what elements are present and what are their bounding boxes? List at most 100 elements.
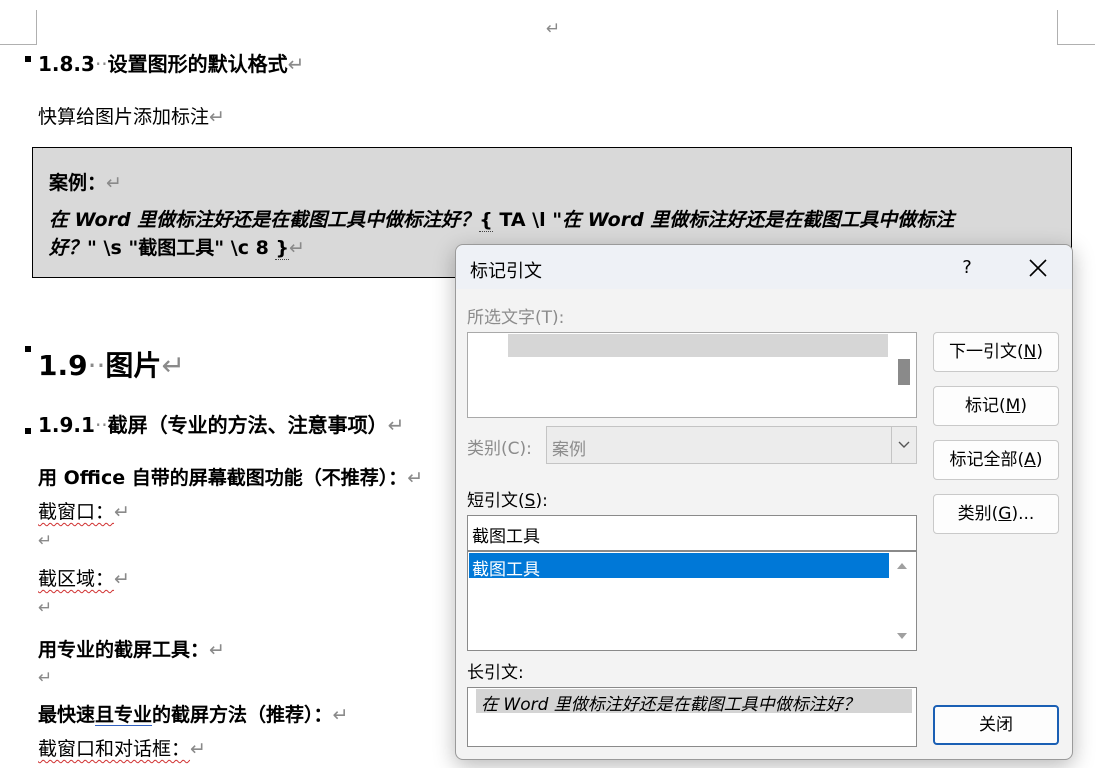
button-label: 关闭 [979,715,1013,735]
button-accesskey: A [1024,450,1036,470]
page-corner-guide-left-h [0,44,37,45]
paragraph-mark: ↵ [114,568,130,590]
paragraph-mark: ↵ [106,172,122,194]
window-dialog-paragraph[interactable]: 截窗口和对话框：↵ [38,734,206,761]
office-screenshot-paragraph[interactable]: 用 Office 自带的屏幕截图功能（不推荐）：↵ [38,463,423,490]
category-select[interactable]: 案例 [546,426,917,464]
short-citation-label-end: ): [535,491,548,511]
scroll-up-icon[interactable] [895,560,909,572]
window-capture-paragraph[interactable]: 截窗口：↵ [38,497,130,524]
pro-tool-paragraph[interactable]: 用专业的截屏工具：↵ [38,635,225,662]
paragraph-mark: ↵ [546,19,561,39]
select-divider [891,427,892,463]
button-label: 标记全部( [949,450,1025,470]
heading-title: 设置图形的默认格式 [107,52,288,76]
button-label: 下一引文( [949,342,1024,362]
short-citation-input[interactable]: 截图工具 [467,515,917,551]
next-citation-button[interactable]: 下一引文(N) [933,332,1059,372]
case-title-text: 案例： [49,172,107,194]
office-screenshot-text: 用 Office 自带的屏幕截图功能（不推荐）： [38,467,408,489]
short-citation-list[interactable]: 截图工具 [467,551,917,651]
list-item-label: 截图工具 [472,560,540,580]
mark-all-button[interactable]: 标记全部(A) [933,440,1059,480]
list-item-selected[interactable]: 截图工具 [469,553,889,580]
fastest-text: 最快速 [38,704,96,726]
dialog-title: 标记引文 [470,261,542,282]
paragraph-mark: ↵ [407,467,424,489]
short-citation-label-text: 短引文( [467,491,525,511]
heading-marker [25,56,31,62]
space-dots: ·· [87,349,106,382]
window-capture-text: 截窗口： [38,501,115,523]
heading-number: 1.9.1 [38,413,95,437]
short-citation-value: 截图工具 [472,527,540,547]
button-label-end: ) [1036,342,1043,362]
heading-1-9-1[interactable]: 1.9.1··截屏（专业的方法、注意事项）↵ [38,409,404,438]
quick-text: 快算给图片添加标注 [38,106,210,128]
quick-text-paragraph[interactable]: 快算给图片添加标注↵ [38,102,225,129]
paragraph-mark: ↵ [190,738,206,760]
button-accesskey: N [1023,342,1037,362]
field-long-citation: 在 Word 里做标注好还是在截图工具中做标注 [562,209,955,231]
heading-1-9[interactable]: 1.9··图片↵ [38,344,185,384]
fastest-underlined-text: 且专业 [95,704,153,726]
close-button[interactable]: 关闭 [933,705,1059,745]
category-label: 类别(C): [467,439,532,459]
page-corner-guide-left [36,10,37,44]
heading-1-8-3[interactable]: 1.8.3··设置图形的默认格式↵ [38,48,304,77]
button-label-end: ) [1020,396,1027,416]
page-corner-guide-right-h [1057,44,1095,45]
selected-text-label: 所选文字(T): [467,308,565,328]
paragraph-mark: ↵ [287,52,305,76]
long-citation-box[interactable]: 在 Word 里做标注好还是在截图工具中做标注好？ [467,687,917,747]
heading-title: 图片 [105,349,162,382]
field-code-switches: " \s "截图工具" \c 8 [87,237,276,259]
button-accesskey: M [1005,396,1021,416]
paragraph-mark: ↵ [387,413,405,437]
paragraph-mark: ↵ [114,501,130,523]
paragraph-mark: ↵ [209,639,225,661]
empty-paragraph-mark: ↵ [38,598,53,618]
fastest-text-end: 的截屏方法（推荐）： [152,704,333,726]
pro-tool-text: 用专业的截屏工具： [38,639,210,661]
dialog-titlebar[interactable]: 标记引文 ? [456,245,1072,289]
button-accesskey: G [998,504,1012,524]
heading-title: 截屏（专业的方法、注意事项） [107,413,388,437]
paragraph-mark: ↵ [161,349,185,382]
space-dots: ·· [94,52,108,76]
area-capture-paragraph[interactable]: 截区域：↵ [38,564,130,591]
close-icon[interactable] [1022,253,1054,283]
page-corner-guide-right [1057,10,1058,44]
window-dialog-text: 截窗口和对话框： [38,738,191,760]
button-label-end: ) [1035,450,1043,470]
empty-paragraph-mark: ↵ [38,531,53,551]
heading-marker [25,346,31,352]
scroll-down-icon[interactable] [895,630,909,642]
mark-button[interactable]: 标记(M) [933,386,1059,426]
space-dots: ·· [94,413,108,437]
selected-text-box[interactable] [467,332,917,418]
long-citation-value: 在 Word 里做标注好还是在截图工具中做标注好？ [481,695,860,715]
button-label: 类别( [957,504,999,524]
selected-text-highlight [508,334,888,357]
mark-citation-dialog: 标记引文 ? 所选文字(T): 类别(C): 案例 短引文(S): 截图工具 截… [455,244,1073,760]
field-code-ta: TA \l " [492,209,563,231]
chevron-down-icon [898,441,910,448]
heading-number: 1.8.3 [38,52,95,76]
category-value: 案例 [552,440,586,460]
area-capture-text: 截区域： [38,568,115,590]
paragraph-mark: ↵ [332,704,349,726]
fastest-method-paragraph[interactable]: 最快速且专业的截屏方法（推荐）：↵ [38,700,348,727]
field-close-brace: } [275,237,289,260]
empty-paragraph-mark: ↵ [38,668,53,688]
case-title[interactable]: 案例：↵ [49,168,122,195]
category-button[interactable]: 类别(G)... [933,494,1059,534]
long-citation-label: 长引文: [467,663,524,683]
paragraph-mark: ↵ [289,237,305,259]
help-button[interactable]: ? [954,255,980,281]
field-open-brace: { [479,209,493,232]
heading-number: 1.9 [38,349,88,382]
short-citation-accesskey: S [524,491,536,511]
short-citation-label: 短引文(S): [467,486,548,511]
scrollbar-thumb[interactable] [898,359,910,385]
